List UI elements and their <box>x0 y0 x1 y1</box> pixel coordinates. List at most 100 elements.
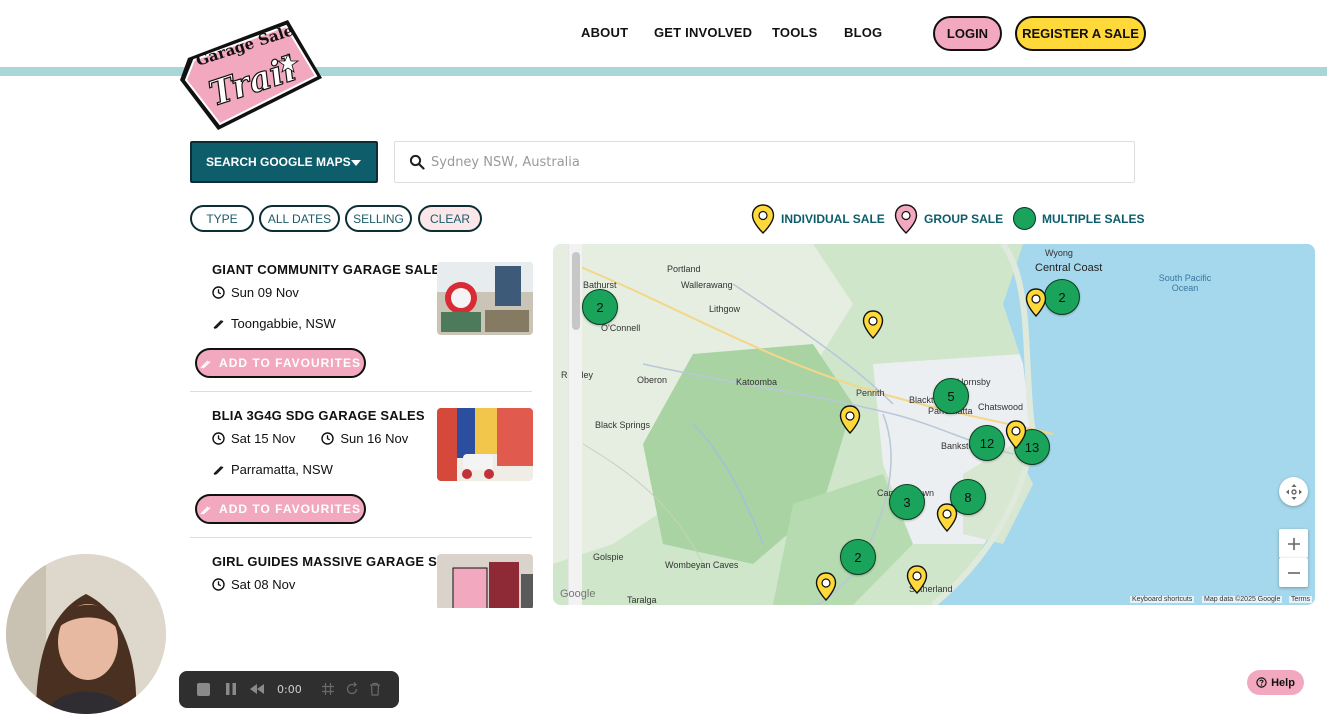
map-label: Chatswood <box>978 402 1024 412</box>
add-to-favourites-button[interactable]: ADD TO FAVOURITES <box>195 494 366 524</box>
listing-thumbnail[interactable] <box>437 262 533 335</box>
login-button[interactable]: LOGIN <box>933 16 1002 51</box>
map-cluster[interactable]: 5 <box>933 378 969 414</box>
location-search[interactable] <box>394 141 1135 183</box>
garage-sale-trail-logo[interactable]: Garage Sale Trail <box>178 18 326 134</box>
sales-map[interactable]: Bathurst Portland Wallerawang Lithgow O'… <box>553 244 1315 605</box>
nav-about[interactable]: ABOUT <box>581 25 628 40</box>
clock-icon <box>212 432 225 445</box>
caret-down-icon <box>351 160 361 166</box>
map-label: Lithgow <box>709 304 741 314</box>
individual-sale-pin-icon[interactable] <box>936 503 958 533</box>
grid-icon[interactable] <box>321 682 335 696</box>
fav-label: ADD TO FAVOURITES <box>219 356 361 370</box>
nav-get-involved[interactable]: GET INVOLVED <box>654 25 752 40</box>
listing-date: Sun 09 Nov <box>212 285 299 300</box>
pause-icon[interactable] <box>225 682 237 696</box>
listing-date: Sat 15 Nov Sun 16 Nov <box>212 431 408 446</box>
map-data-text: Map data ©2025 Google <box>1202 596 1283 603</box>
individual-sale-pin-icon[interactable] <box>906 565 928 595</box>
help-button[interactable]: Help <box>1247 670 1304 695</box>
listing-scrollbar[interactable] <box>568 244 582 605</box>
rewind-icon[interactable] <box>249 683 265 695</box>
keyboard-shortcuts-link[interactable]: Keyboard shortcuts <box>1130 596 1195 603</box>
pink-pin-icon <box>894 204 918 234</box>
presenter-video <box>6 554 166 714</box>
filter-selling[interactable]: SELLING <box>345 205 412 232</box>
legend-multiple-label: MULTIPLE SALES <box>1042 211 1145 226</box>
clock-icon <box>212 578 225 591</box>
app-root: Garage Sale Trail ABOUT GET INVOLVED TOO… <box>0 0 1327 720</box>
register-sale-button[interactable]: REGISTER A SALE <box>1015 16 1146 51</box>
filter-clear[interactable]: CLEAR <box>418 205 482 232</box>
tag-icon <box>213 320 224 329</box>
listing-card[interactable]: GIANT COMMUNITY GARAGE SALE Sun 09 Nov T… <box>190 244 533 390</box>
map-label: Portland <box>667 264 701 274</box>
nav-blog[interactable]: BLOG <box>844 25 882 40</box>
scrollbar-thumb[interactable] <box>572 252 580 330</box>
search-mode-select[interactable]: SEARCH GOOGLE MAPS <box>190 141 378 183</box>
listing-title[interactable]: GIRL GUIDES MASSIVE GARAGE SALE <box>212 554 464 569</box>
map-cluster[interactable]: 3 <box>889 484 925 520</box>
filter-type[interactable]: TYPE <box>190 205 254 232</box>
map-cluster[interactable]: 2 <box>1044 279 1080 315</box>
listing-card[interactable]: GIRL GUIDES MASSIVE GARAGE SALE Sat 08 N… <box>190 536 533 608</box>
listing-location: Toongabbie, NSW <box>212 316 336 331</box>
logo-graphic: Garage Sale Trail <box>180 20 322 130</box>
legend-group-sale: GROUP SALE <box>894 204 1003 234</box>
individual-sale-pin-icon[interactable] <box>862 310 884 340</box>
listing-title[interactable]: GIANT COMMUNITY GARAGE SALE <box>212 262 440 277</box>
map-label: Golspie <box>593 552 624 562</box>
clock-icon <box>321 432 335 445</box>
map-cluster[interactable]: 2 <box>582 289 618 325</box>
map-label: Wallerawang <box>681 280 733 290</box>
tag-icon <box>200 360 211 369</box>
zoom-out-button[interactable] <box>1279 558 1308 587</box>
listing-date-text: Sun 09 Nov <box>231 285 299 300</box>
trash-icon[interactable] <box>369 682 381 696</box>
google-attribution: Google <box>560 588 596 600</box>
recording-time: 0:00 <box>277 683 302 696</box>
yellow-pin-icon <box>751 204 775 234</box>
listing-date-text: Sat 08 Nov <box>231 577 296 592</box>
map-label: Katoomba <box>736 377 778 387</box>
map-cluster[interactable]: 12 <box>969 425 1005 461</box>
listing-date: Sat 08 Nov <box>212 577 295 592</box>
listing-title[interactable]: BLIA 3G4G SDG GARAGE SALES <box>212 408 425 423</box>
location-search-input[interactable] <box>431 152 1111 172</box>
zoom-in-button[interactable] <box>1279 529 1308 558</box>
map-label: Central Coast <box>1035 262 1103 274</box>
listing-thumbnail[interactable] <box>437 408 533 481</box>
listing-panel[interactable]: GIANT COMMUNITY GARAGE SALE Sun 09 Nov T… <box>190 244 535 608</box>
individual-sale-pin-icon[interactable] <box>1025 288 1047 318</box>
individual-sale-pin-icon[interactable] <box>839 405 861 435</box>
individual-sale-pin-icon[interactable] <box>815 572 837 602</box>
listing-location-text: Toongabbie, NSW <box>231 316 336 331</box>
map-recenter-button[interactable] <box>1279 477 1308 506</box>
stop-icon[interactable] <box>197 683 210 696</box>
green-circle-icon <box>1013 207 1036 230</box>
listing-date-text: Sat 15 Nov <box>231 431 296 446</box>
filter-all-dates[interactable]: ALL DATES <box>259 205 340 232</box>
nav-tools[interactable]: TOOLS <box>772 25 818 40</box>
legend-individual-sale: INDIVIDUAL SALE <box>751 204 885 234</box>
map-label: Wyong <box>1045 248 1073 258</box>
search-icon <box>409 154 425 170</box>
individual-sale-pin-icon[interactable] <box>1005 420 1027 450</box>
legend-group-label: GROUP SALE <box>924 212 1004 226</box>
recording-toolbar: 0:00 <box>179 671 399 708</box>
tag-icon <box>200 506 211 515</box>
legend-multiple-sales: MULTIPLE SALES <box>1013 207 1144 230</box>
plus-icon <box>1287 537 1300 550</box>
tag-icon <box>213 466 224 475</box>
map-cluster[interactable]: 2 <box>840 539 876 575</box>
terms-link[interactable]: Terms <box>1289 596 1313 603</box>
legend-individual-label: INDIVIDUAL SALE <box>781 212 885 226</box>
restart-icon[interactable] <box>345 682 359 696</box>
map-label: Black Springs <box>595 420 651 430</box>
map-label: Taralga <box>627 595 657 605</box>
listing-card[interactable]: BLIA 3G4G SDG GARAGE SALES Sat 15 Nov Su… <box>190 390 533 536</box>
listing-thumbnail[interactable] <box>437 554 533 608</box>
move-arrows-icon <box>1285 483 1302 500</box>
add-to-favourites-button[interactable]: ADD TO FAVOURITES <box>195 348 366 378</box>
